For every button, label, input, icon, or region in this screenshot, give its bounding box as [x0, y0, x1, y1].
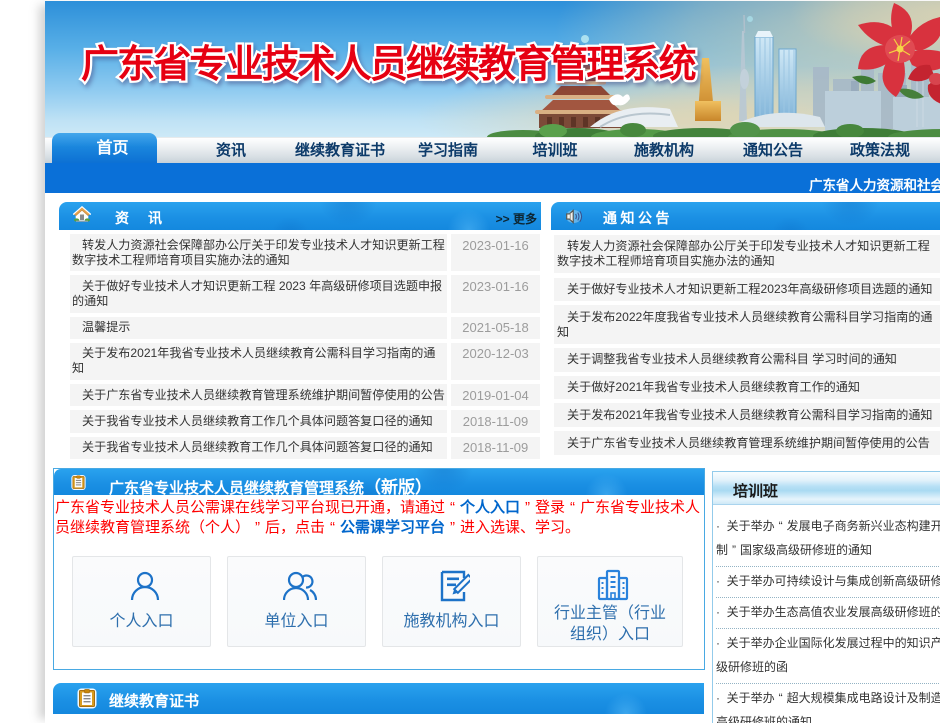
svg-text:广东省专业技术人员继续教育管理系统: 广东省专业技术人员继续教育管理系统: [81, 44, 697, 86]
